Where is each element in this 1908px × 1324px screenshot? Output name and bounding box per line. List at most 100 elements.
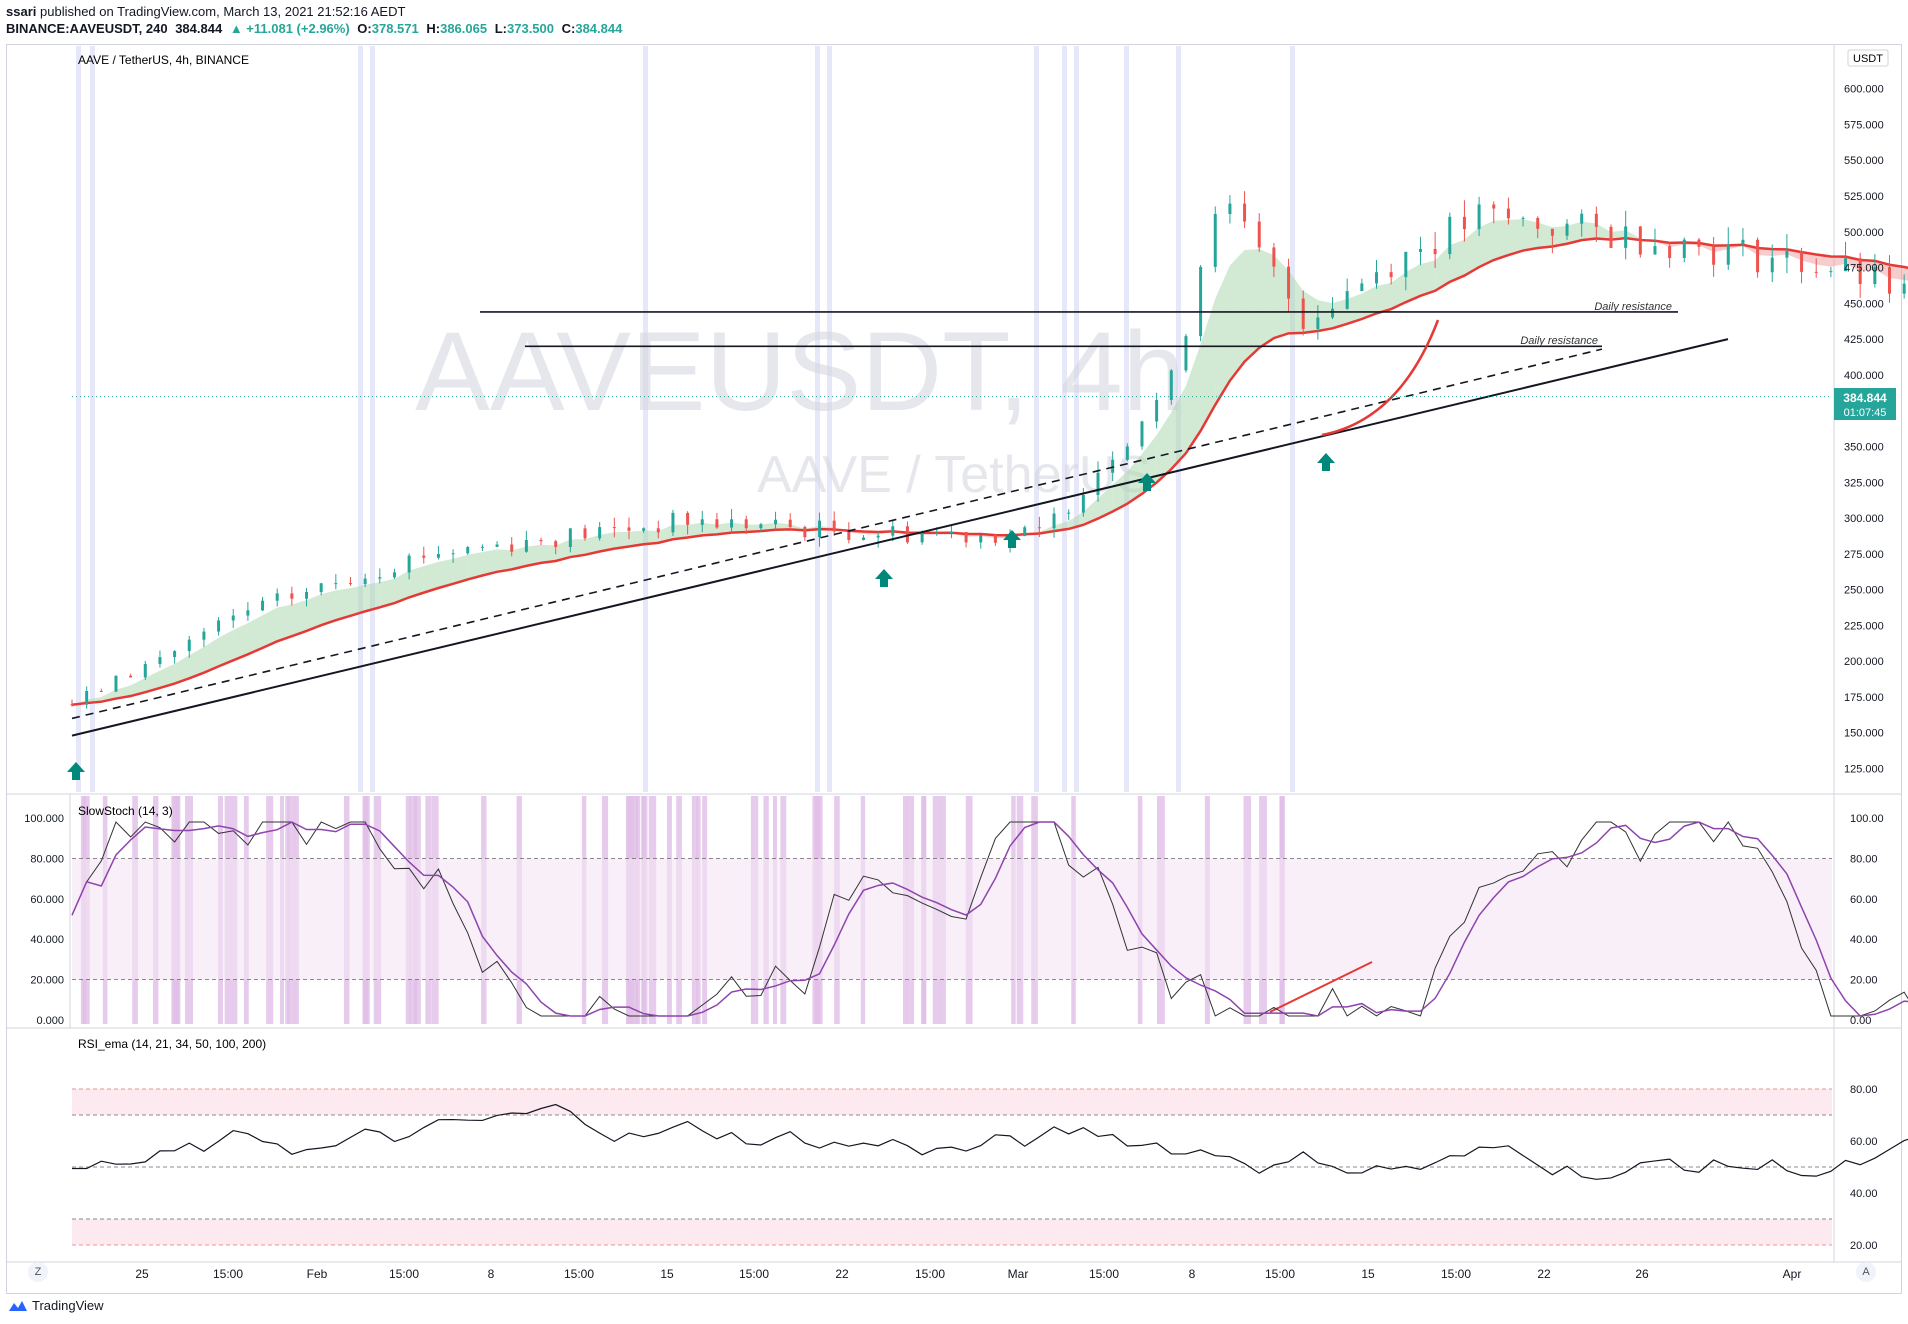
candle-body [1052,513,1056,529]
candle-body [1477,204,1481,230]
candle-body [1316,317,1320,329]
candle-body [1756,239,1760,273]
candle-body [759,524,763,529]
candle-body [1580,213,1584,224]
candle-body [1712,246,1716,265]
candle-body [1829,271,1833,273]
candle-body [246,610,250,616]
candle-body [1374,272,1378,284]
candle-body [818,520,822,538]
candle-body [334,583,338,585]
rsi-line [71,1103,1908,1180]
candle-body [1081,495,1085,513]
y-axes: 125.000 150.000 175.000 200.000 225.000 250.0… [24,84,1884,1252]
price-tick-label: 250.000 [1844,585,1884,597]
zoom-button[interactable]: Z [28,1262,48,1282]
candle-body [143,663,147,678]
chart-canvas[interactable]: AAVEUSDT, 4h AAVE / TetherUS 125.000150.… [0,0,1908,1324]
x-tick-label: 15 [1361,1267,1375,1281]
highlight-band [370,46,375,792]
candle-body [407,555,411,573]
candle-body [612,527,616,529]
price-tick-label: 200.000 [1844,656,1884,668]
x-tick-label: 25 [135,1267,149,1281]
stoch-left-tick-label: 80.000 [30,853,64,865]
stoch-left-tick-label: 0.000 [36,1015,64,1027]
candle-body [422,555,426,558]
highlight-band [76,46,81,792]
candle-body [583,528,587,539]
candle-body [1785,250,1789,258]
candle-body [114,675,118,692]
candle-body [1668,246,1672,258]
candle-body [1902,283,1906,294]
candle-body [1536,217,1540,229]
resistance-label-2: Daily resistance [1520,335,1598,347]
ema-fill [1244,249,1260,362]
candle-body [1257,221,1261,248]
rsi-tick-label: 20.00 [1850,1240,1878,1252]
candle-body [1741,239,1745,244]
ema-fill [1493,219,1509,261]
stoch-left-tick-label: 100.000 [24,813,64,825]
candle-body [1550,228,1554,236]
auto-scale-button[interactable]: A [1856,1262,1876,1282]
candle-body [671,512,675,533]
candle-body [1887,267,1891,294]
ema-fill [1508,219,1524,256]
candle-body [656,528,660,533]
price-tick-label: 550.000 [1844,155,1884,167]
candle-body [686,512,690,525]
x-tick-label: 15:00 [1441,1267,1471,1281]
stoch-background [72,858,1832,980]
price-tick-label: 350.000 [1844,441,1884,453]
candle-body [1096,472,1100,496]
candle-body [348,583,352,585]
x-tick-label: 15:00 [1265,1267,1295,1281]
candle-body [202,631,206,640]
highlight-band [90,46,95,792]
rsi-overbought-zone [72,1089,1832,1115]
candle-body [1726,243,1730,265]
candle-body [1697,239,1701,247]
candle-body [642,528,646,531]
price-tick-label: 600.000 [1844,84,1884,96]
candle-body [290,593,294,599]
candle-body [217,620,221,632]
candle-body [275,593,279,601]
candle-body [920,533,924,543]
stoch-left-tick-label: 40.000 [30,934,64,946]
candle-body [1125,446,1129,460]
x-tick-label: 15:00 [564,1267,594,1281]
candle-body [378,577,382,579]
candle-body [788,519,792,527]
candle-body [832,520,836,532]
candle-body [1155,399,1159,422]
candle-body [363,578,367,585]
watermark-symbol: AAVEUSDT, 4h [415,309,1185,434]
stoch-tick-label: 20.00 [1850,975,1878,987]
candle-body [568,528,572,547]
candle-body [1301,298,1305,329]
x-tick-label: 15:00 [389,1267,419,1281]
price-tick-label: 450.000 [1844,298,1884,310]
candle-body [1169,370,1173,400]
candle-body [1638,226,1642,255]
candle-body [70,704,74,706]
candle-body [554,541,558,547]
rsi-line [71,1103,1908,1180]
candle-body [305,592,309,599]
candle-body [99,690,103,692]
candle-body [1243,203,1247,222]
stoch-legend: SlowStoch (14, 3) [78,804,173,818]
candle-body [1565,223,1569,236]
candle-body [1213,213,1217,267]
candle-body [1594,213,1598,227]
price-badge-value: 384.844 [1843,391,1887,405]
candle-body [319,583,323,593]
candle-body [891,526,895,536]
x-tick-label: 22 [1537,1267,1551,1281]
ema-fill [1288,270,1304,334]
ema-fill [1259,249,1274,348]
price-tick-label: 275.000 [1844,549,1884,561]
